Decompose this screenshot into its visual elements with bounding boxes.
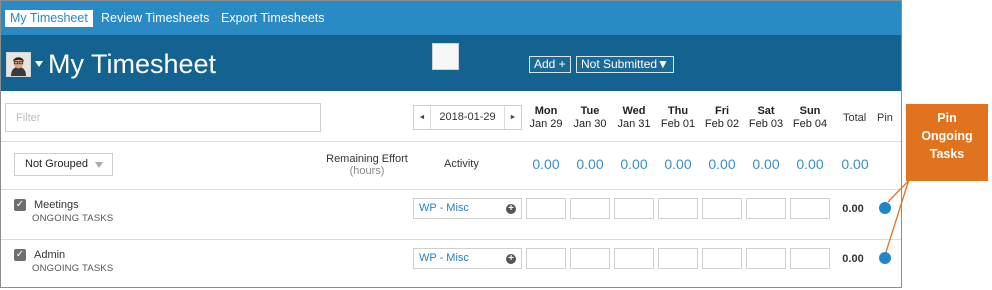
- remaining-effort-header: Remaining Effort (hours): [326, 153, 408, 177]
- hours-input-fri[interactable]: [702, 248, 742, 269]
- hours-input-sun[interactable]: [790, 248, 830, 269]
- total-column-header: Total: [843, 112, 867, 124]
- user-avatar-icon: [7, 53, 30, 76]
- timesheet-toolbar: ◄ 2018-01-29 ► MonJan 29 TueJan 30 WedJa…: [1, 91, 901, 142]
- grouping-select-value: Not Grouped: [25, 158, 88, 170]
- chevron-down-icon: [95, 162, 103, 168]
- grand-total: 0.00: [841, 156, 869, 172]
- page-header: My Timesheet Add + Not Submitted▼: [1, 35, 901, 91]
- avatar[interactable]: [6, 52, 31, 77]
- row-total: 0.00: [842, 203, 864, 215]
- row-total: 0.00: [842, 253, 864, 265]
- prev-week-icon[interactable]: ◄: [414, 106, 431, 129]
- nav-my-timesheet[interactable]: My Timesheet: [5, 10, 93, 27]
- hours-input-sat[interactable]: [746, 248, 786, 269]
- task-name: Admin: [34, 249, 66, 261]
- day-total-wed: 0.00: [620, 156, 648, 172]
- activity-value: WP - Misc: [419, 252, 469, 264]
- grouping-select[interactable]: Not Grouped: [14, 153, 113, 176]
- table-row: ✓ Admin ONGOING TASKS WP - Misc + 0.00: [1, 239, 901, 287]
- day-header-thu: Thu Feb 01: [660, 105, 696, 130]
- timesheet-app: My Timesheet Review Timesheets Export Ti…: [0, 0, 902, 288]
- hours-input-mon[interactable]: [526, 248, 566, 269]
- status-dropdown[interactable]: Not Submitted▼: [576, 56, 674, 73]
- activity-value: WP - Misc: [419, 202, 469, 214]
- task-group: ONGOING TASKS: [32, 213, 114, 224]
- hours-input-tue[interactable]: [570, 198, 610, 219]
- add-button[interactable]: Add +: [529, 56, 571, 73]
- user-menu-caret-icon[interactable]: [35, 61, 43, 67]
- nav-review-timesheets[interactable]: Review Timesheets: [101, 10, 209, 27]
- hours-input-fri[interactable]: [702, 198, 742, 219]
- filter-input[interactable]: [5, 103, 321, 132]
- day-total-mon: 0.00: [532, 156, 560, 172]
- week-start-date[interactable]: 2018-01-29: [430, 106, 505, 129]
- day-header-tue: Tue Jan 30: [573, 105, 607, 130]
- task-name: Meetings: [34, 199, 79, 211]
- hours-input-thu[interactable]: [658, 198, 698, 219]
- row-checkbox[interactable]: ✓: [14, 199, 26, 211]
- day-total-tue: 0.00: [576, 156, 604, 172]
- day-total-thu: 0.00: [664, 156, 692, 172]
- activity-header: Activity: [444, 158, 479, 170]
- pin-column-header: Pin: [877, 112, 893, 124]
- activity-select[interactable]: WP - Misc +: [413, 198, 522, 219]
- nav-export-timesheets[interactable]: Export Timesheets: [221, 10, 325, 27]
- day-total-fri: 0.00: [708, 156, 736, 172]
- hours-input-tue[interactable]: [570, 248, 610, 269]
- table-row: ✓ Meetings ONGOING TASKS WP - Misc + 0.0…: [1, 189, 901, 240]
- day-header-mon: Mon Jan 29: [529, 105, 563, 130]
- day-total-sun: 0.00: [796, 156, 824, 172]
- add-activity-icon[interactable]: +: [506, 254, 516, 264]
- day-header-sat: Sat Feb 03: [748, 105, 784, 130]
- activity-select[interactable]: WP - Misc +: [413, 248, 522, 269]
- hours-input-wed[interactable]: [614, 248, 654, 269]
- add-activity-icon[interactable]: +: [506, 204, 516, 214]
- summary-row: Not Grouped Remaining Effort (hours) Act…: [1, 141, 901, 190]
- day-header-wed: Wed Jan 31: [617, 105, 651, 130]
- pin-ongoing-tasks-callout: Pin Ongoing Tasks: [906, 104, 988, 181]
- hours-input-wed[interactable]: [614, 198, 654, 219]
- day-header-sun: Sun Feb 04: [792, 105, 828, 130]
- pin-toggle-icon[interactable]: [879, 252, 891, 264]
- top-nav: My Timesheet Review Timesheets Export Ti…: [1, 1, 901, 35]
- hours-input-thu[interactable]: [658, 248, 698, 269]
- hours-input-mon[interactable]: [526, 198, 566, 219]
- date-navigator: ◄ 2018-01-29 ►: [413, 105, 522, 130]
- day-total-sat: 0.00: [752, 156, 780, 172]
- next-week-icon[interactable]: ►: [504, 106, 521, 129]
- row-checkbox[interactable]: ✓: [14, 249, 26, 261]
- pin-toggle-icon[interactable]: [879, 202, 891, 214]
- task-group: ONGOING TASKS: [32, 263, 114, 274]
- page-title: My Timesheet: [48, 49, 217, 79]
- day-header-fri: Fri Feb 02: [704, 105, 740, 130]
- hours-input-sun[interactable]: [790, 198, 830, 219]
- blank-widget[interactable]: [432, 43, 459, 70]
- hours-input-sat[interactable]: [746, 198, 786, 219]
